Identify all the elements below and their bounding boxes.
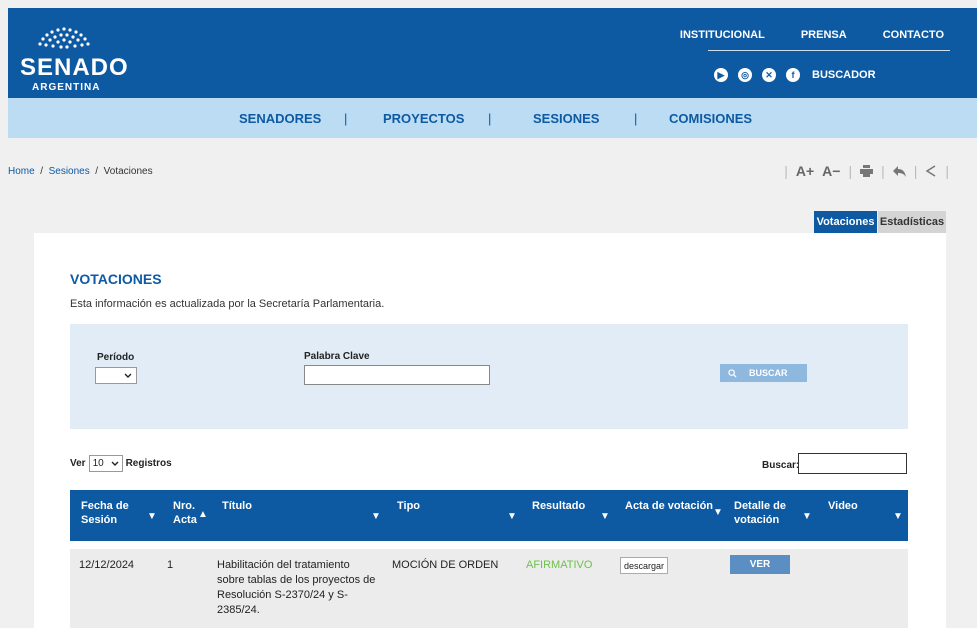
font-increase-button[interactable]: A+ bbox=[796, 163, 814, 179]
cell-resultado: AFIRMATIVO bbox=[526, 559, 593, 571]
sort-desc-icon[interactable]: ▼ bbox=[371, 511, 381, 522]
section-description: Esta información es actualizada por la S… bbox=[70, 298, 385, 310]
breadcrumb-separator: / bbox=[95, 166, 99, 177]
sort-desc-icon[interactable]: ▼ bbox=[147, 511, 157, 522]
sort-desc-icon[interactable]: ▼ bbox=[507, 511, 517, 522]
chevron-down-icon bbox=[111, 461, 119, 466]
col-nro-line1: Nro. bbox=[173, 500, 195, 512]
buscador-link[interactable]: BUSCADOR bbox=[812, 69, 876, 81]
instagram-icon[interactable]: ◎ bbox=[738, 68, 752, 82]
descargar-button[interactable]: descargar bbox=[620, 557, 668, 574]
senado-logo[interactable]: SENADO ARGENTINA bbox=[20, 24, 130, 94]
tools-divider: | bbox=[784, 163, 788, 179]
tools-divider: | bbox=[945, 163, 949, 179]
accessibility-tools: | A+ A− | | | | bbox=[784, 163, 949, 179]
sort-desc-icon[interactable]: ▼ bbox=[893, 511, 903, 522]
nav-sesiones[interactable]: SESIONES bbox=[533, 111, 599, 126]
top-links: INSTITUCIONAL PRENSA CONTACTO bbox=[644, 29, 944, 41]
nav-separator: | bbox=[634, 111, 638, 126]
cell-nro: 1 bbox=[167, 559, 174, 571]
share-icon[interactable] bbox=[925, 165, 937, 177]
link-contacto[interactable]: CONTACTO bbox=[883, 29, 944, 41]
col-nro-line2: Acta bbox=[173, 514, 197, 526]
col-detalle-line1: Detalle de bbox=[734, 500, 786, 512]
logo-title: SENADO bbox=[20, 54, 129, 81]
main-panel: VOTACIONES Esta información es actualiza… bbox=[34, 233, 946, 628]
nav-separator: | bbox=[344, 111, 348, 126]
table-header: Fecha de Sesión ▼ Nro. Acta ▲ Título ▼ T… bbox=[70, 490, 908, 541]
ver-detalle-button[interactable]: VER bbox=[730, 555, 790, 574]
col-detalle-line2: votación bbox=[734, 514, 780, 526]
sort-desc-icon[interactable]: ▼ bbox=[802, 511, 812, 522]
font-decrease-button[interactable]: A− bbox=[822, 163, 840, 179]
cell-titulo: Habilitación del tratamiento sobre tabla… bbox=[217, 558, 375, 618]
header-divider bbox=[708, 50, 950, 51]
table-row: 12/12/2024 1 Habilitación del tratamient… bbox=[70, 549, 908, 628]
link-prensa[interactable]: PRENSA bbox=[801, 29, 847, 41]
page-size-select[interactable]: 10 bbox=[88, 455, 123, 472]
tools-divider: | bbox=[913, 163, 918, 179]
periodo-label: Período bbox=[97, 352, 135, 363]
cell-titulo-line2: sobre tablas de los proyectos de bbox=[217, 574, 376, 586]
cell-tipo: MOCIÓN DE ORDEN bbox=[392, 559, 499, 571]
breadcrumb-sesiones[interactable]: Sesiones bbox=[49, 166, 90, 177]
breadcrumb-separator: / bbox=[40, 166, 44, 177]
breadcrumb-home[interactable]: Home bbox=[8, 166, 35, 177]
table-search-input[interactable] bbox=[798, 453, 907, 474]
palabra-clave-input[interactable] bbox=[304, 365, 490, 385]
facebook-icon[interactable]: f bbox=[786, 68, 800, 82]
nav-proyectos[interactable]: PROYECTOS bbox=[383, 111, 464, 126]
periodo-select[interactable] bbox=[95, 367, 137, 384]
col-nro-acta[interactable]: Nro. Acta bbox=[173, 499, 197, 527]
cell-titulo-line3: Resolución S-2370/24 y S- bbox=[217, 589, 348, 601]
sort-asc-icon[interactable]: ▲ bbox=[198, 509, 208, 520]
buscar-button-label: BUSCAR bbox=[749, 368, 788, 378]
page-size-value: 10 bbox=[92, 458, 104, 469]
col-fecha-line2: Sesión bbox=[81, 514, 118, 526]
page-title: VOTACIONES bbox=[70, 271, 162, 287]
logo-subtitle: ARGENTINA bbox=[32, 82, 101, 93]
cell-fecha: 12/12/2024 bbox=[79, 559, 135, 571]
link-institucional[interactable]: INSTITUCIONAL bbox=[680, 29, 765, 41]
col-tipo[interactable]: Tipo bbox=[397, 499, 420, 513]
breadcrumb: Home / Sesiones / Votaciones bbox=[8, 166, 153, 177]
tab-estadisticas[interactable]: Estadísticas bbox=[878, 211, 946, 233]
col-resultado[interactable]: Resultado bbox=[532, 499, 585, 513]
cell-titulo-line1: Habilitación del tratamiento bbox=[217, 559, 350, 571]
tools-divider: | bbox=[881, 163, 885, 179]
nav-senadores[interactable]: SENADORES bbox=[239, 111, 321, 126]
col-acta-votacion[interactable]: Acta de votación bbox=[625, 499, 713, 513]
print-icon[interactable] bbox=[860, 165, 874, 177]
breadcrumb-current: Votaciones bbox=[103, 166, 153, 177]
social-links: ▶ ◎ ✕ f BUSCADOR bbox=[714, 68, 876, 82]
ver-label: Ver bbox=[70, 458, 86, 469]
nav-separator: | bbox=[488, 111, 492, 126]
col-fecha-line1: Fecha de bbox=[81, 500, 129, 512]
search-icon bbox=[728, 368, 737, 378]
back-icon[interactable] bbox=[892, 165, 906, 177]
sort-desc-icon[interactable]: ▼ bbox=[713, 507, 723, 518]
buscar-button[interactable]: BUSCAR bbox=[720, 364, 807, 382]
x-icon[interactable]: ✕ bbox=[762, 68, 776, 82]
youtube-icon[interactable]: ▶ bbox=[714, 68, 728, 82]
table-search-label: Buscar: bbox=[762, 460, 800, 471]
palabra-clave-label: Palabra Clave bbox=[304, 351, 370, 362]
site-header: SENADO ARGENTINA INSTITUCIONAL PRENSA CO… bbox=[8, 8, 977, 98]
col-fecha[interactable]: Fecha de Sesión bbox=[81, 499, 129, 527]
cell-titulo-line4: 2385/24. bbox=[217, 604, 260, 616]
tools-divider: | bbox=[848, 163, 853, 179]
col-titulo[interactable]: Título bbox=[222, 499, 252, 513]
tab-votaciones[interactable]: Votaciones bbox=[814, 211, 877, 233]
registros-label: Registros bbox=[125, 458, 172, 469]
main-nav: SENADORES | PROYECTOS | SESIONES | COMIS… bbox=[8, 98, 977, 138]
filter-panel: Período Palabra Clave BUSCAR bbox=[70, 324, 908, 429]
col-video[interactable]: Video bbox=[828, 499, 858, 513]
hemicycle-icon bbox=[38, 27, 90, 49]
page-size-control: Ver 10 Registros bbox=[70, 455, 172, 472]
sort-desc-icon[interactable]: ▼ bbox=[600, 511, 610, 522]
col-detalle[interactable]: Detalle de votación bbox=[734, 499, 786, 527]
chevron-down-icon bbox=[124, 373, 132, 378]
nav-comisiones[interactable]: COMISIONES bbox=[669, 111, 752, 126]
